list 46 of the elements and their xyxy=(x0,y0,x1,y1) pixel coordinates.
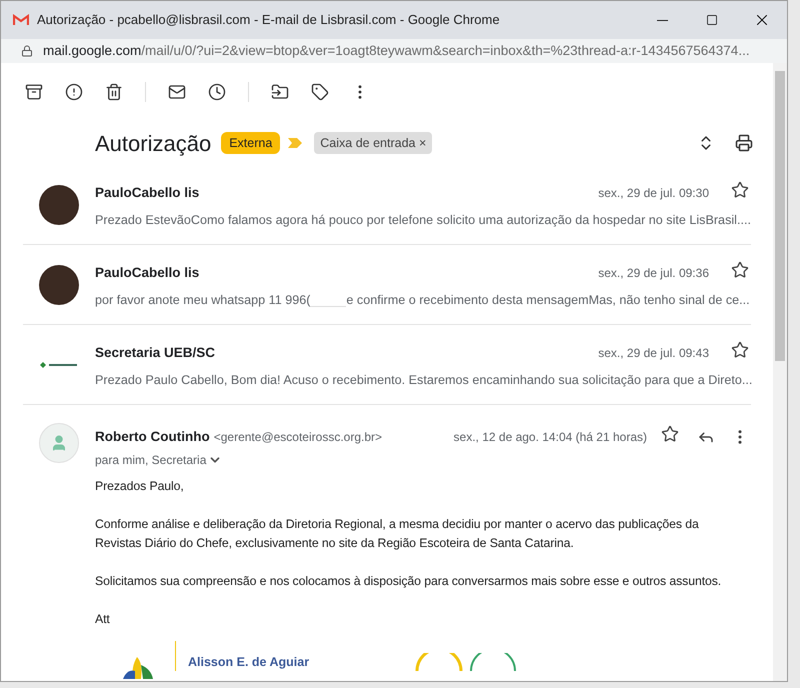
trash-icon[interactable] xyxy=(105,83,123,101)
recipients-text: para mim, Secretaria xyxy=(95,452,206,469)
logo-icon xyxy=(38,360,80,370)
message-row[interactable]: PauloCabello lis sex., 29 de jul. 09:36 por favor anote meu whatsapp 11 996( e confirme o recebimento desta mensagemMas, não tenho sinal de ce... xyxy=(23,245,751,325)
external-badge: Externa xyxy=(221,132,280,154)
subject-title: Autorização xyxy=(95,130,212,158)
avatar-photo-placeholder xyxy=(39,184,79,224)
body-paragraph: Conforme análise e deliberação da Diretoria Regional, a mesma decidiu por manter o acervo das publicações da Revistas Diário do Chefe, exclusivamente no site da Região Escoteira de Santa Catarina. xyxy=(95,516,700,552)
print-icon[interactable] xyxy=(735,134,753,152)
sender-name: PauloCabello lis xyxy=(95,184,200,202)
mail-icon[interactable] xyxy=(168,83,186,101)
tag-icon[interactable] xyxy=(311,83,329,101)
signature-name: Alisson E. de Aguiar xyxy=(188,654,310,671)
address-bar[interactable]: mail.google.com/mail/u/0/?ui=2&view=btop&ver=1oagt8teywawm&search=inbox&th=%23thread-a:r-1434567564374... xyxy=(1,39,787,63)
body-paragraph: Prezados Paulo, xyxy=(95,478,185,495)
clock-icon[interactable] xyxy=(208,83,226,101)
message-date: sex., 29 de jul. 09:36 xyxy=(598,265,709,282)
message-snippet: Prezado EstevãoComo falamos agora há pouco por telefone solicito uma autorização da hospedar no site LisBrasil.... xyxy=(95,212,751,230)
alert-icon[interactable] xyxy=(65,83,83,101)
mail-logo-icon xyxy=(13,14,29,26)
sender-name: PauloCabello lis xyxy=(95,264,200,282)
message-snippet: Prezado Paulo Cabello, Bom dia! Acuso o recebimento. Estaremos encaminhando sua solicitação para que a Direto... xyxy=(95,372,752,390)
message-date: sex., 12 de ago. 14:04 (há 21 horas) xyxy=(454,429,647,446)
url-host: mail.google.com xyxy=(43,42,142,60)
message-row[interactable]: Secretaria UEB/SC sex., 29 de jul. 09:43 Prezado Paulo Cabello, Bom dia! Acuso o recebimento. Estaremos encaminhando sua solicitação para que a Direto... xyxy=(23,325,751,405)
folder-icon[interactable] xyxy=(271,83,289,101)
message-date: sex., 29 de jul. 09:43 xyxy=(598,345,709,362)
inbox-label[interactable]: Caixa de entrada × xyxy=(314,132,432,154)
window-title: Autorização - pcabello@lisbrasil.com - E-mail de Lisbrasil.com - Google Chrome xyxy=(37,11,500,30)
message-row[interactable]: PauloCabello lis sex., 29 de jul. 09:30 Prezado EstevãoComo falamos agora há pouco por telefone solicito uma autorização da hospedar no site LisBrasil.... xyxy=(23,165,751,245)
body-paragraph: Solicitamos sua compreensão e nos colocamos à disposição para conversarmos mais sobre esse e outros assuntos. xyxy=(95,573,722,590)
avatar-photo-placeholder xyxy=(39,264,79,304)
sender-email: <gerente@escoteirossc.org.br> xyxy=(214,429,382,446)
lock-icon xyxy=(21,45,33,57)
avatar-placeholder xyxy=(39,423,79,463)
archive-icon[interactable] xyxy=(25,83,43,101)
body-paragraph: Att xyxy=(95,611,111,628)
url-path: /mail/u/0/?ui=2&view=btop&ver=1oagt8teywawm&search=inbox&th=%23thread-a:r-1434567564374... xyxy=(141,42,750,60)
message-snippet: e confirme o recebimento desta mensagemMas, não tenho sinal de ce... xyxy=(346,292,750,310)
message-snippet: por favor anote meu whatsapp 11 996( xyxy=(95,292,310,310)
maximize-icon xyxy=(706,14,718,26)
scrollbar[interactable] xyxy=(773,63,787,681)
message-date: sex., 29 de jul. 09:30 xyxy=(598,185,709,202)
importance-marker-icon xyxy=(288,138,302,148)
sender-name: Roberto Coutinho xyxy=(95,428,210,446)
sender-name: Secretaria UEB/SC xyxy=(95,344,216,362)
